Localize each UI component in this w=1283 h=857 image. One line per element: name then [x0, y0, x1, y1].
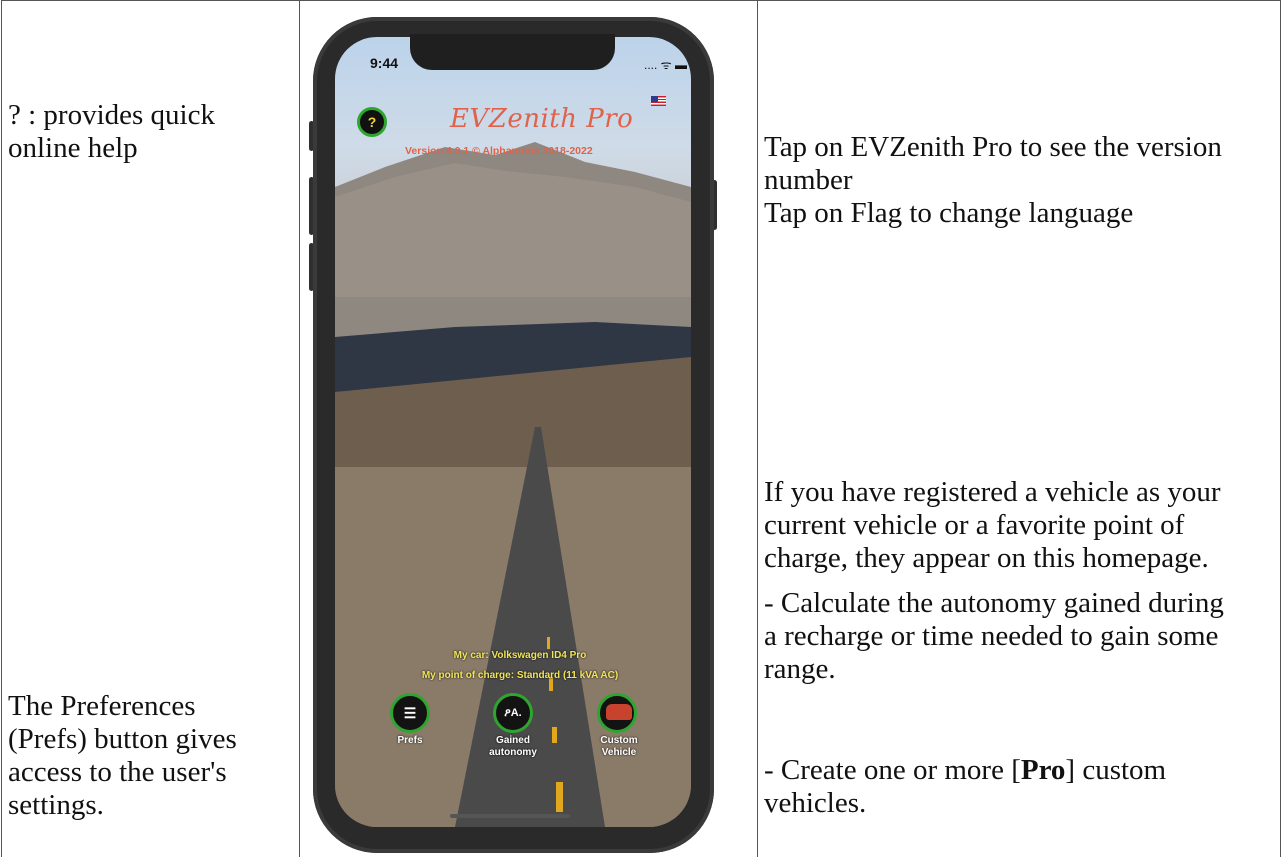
- custom-note-pro: Pro: [1020, 754, 1066, 786]
- home-indicator[interactable]: [450, 814, 570, 818]
- prefs-button-label: Prefs: [397, 735, 423, 746]
- location-pin-icon: ዖA.: [504, 707, 522, 719]
- us-flag-icon[interactable]: [651, 96, 666, 106]
- list-icon: ☰: [403, 705, 417, 721]
- my-charge-point-label: My point of charge: Standard (11 kVA AC): [421, 670, 619, 681]
- custom-vehicle-note: - Create one or more [Pro] custom vehicl…: [764, 754, 1166, 820]
- phone-notch: [410, 34, 615, 70]
- prefs-button[interactable]: ☰: [390, 693, 430, 733]
- homepage-note: If you have registered a vehicle as your…: [764, 476, 1221, 574]
- gained-autonomy-button[interactable]: ዖA.: [493, 693, 533, 733]
- help-note: ? : provides quick online help: [8, 99, 215, 164]
- column-divider-right: [757, 0, 758, 857]
- custom-note-prefix: - Create one or more [: [764, 754, 1021, 786]
- gained-autonomy-label: Gained autonomy: [489, 735, 537, 758]
- status-icons: .... ᯤ ▬: [644, 58, 687, 72]
- status-time: 9:44: [370, 55, 399, 71]
- car-icon: [606, 704, 632, 720]
- column-divider-left: [299, 0, 300, 857]
- autonomy-note: - Calculate the autonomy gained during a…: [764, 587, 1224, 685]
- app-title[interactable]: EVZenith Pro: [450, 104, 640, 134]
- custom-vehicle-label: Custom Vehicle: [600, 735, 638, 758]
- prefs-note: The Preferences (Prefs) button gives acc…: [8, 690, 237, 821]
- version-text: Version 4.0.1 © Alphanums 2018-2022: [405, 145, 593, 157]
- my-car-label: My car: Volkswagen ID4 Pro: [453, 650, 587, 661]
- title-tap-note: Tap on EVZenith Pro to see the version n…: [764, 131, 1222, 229]
- help-button[interactable]: ?: [357, 107, 387, 137]
